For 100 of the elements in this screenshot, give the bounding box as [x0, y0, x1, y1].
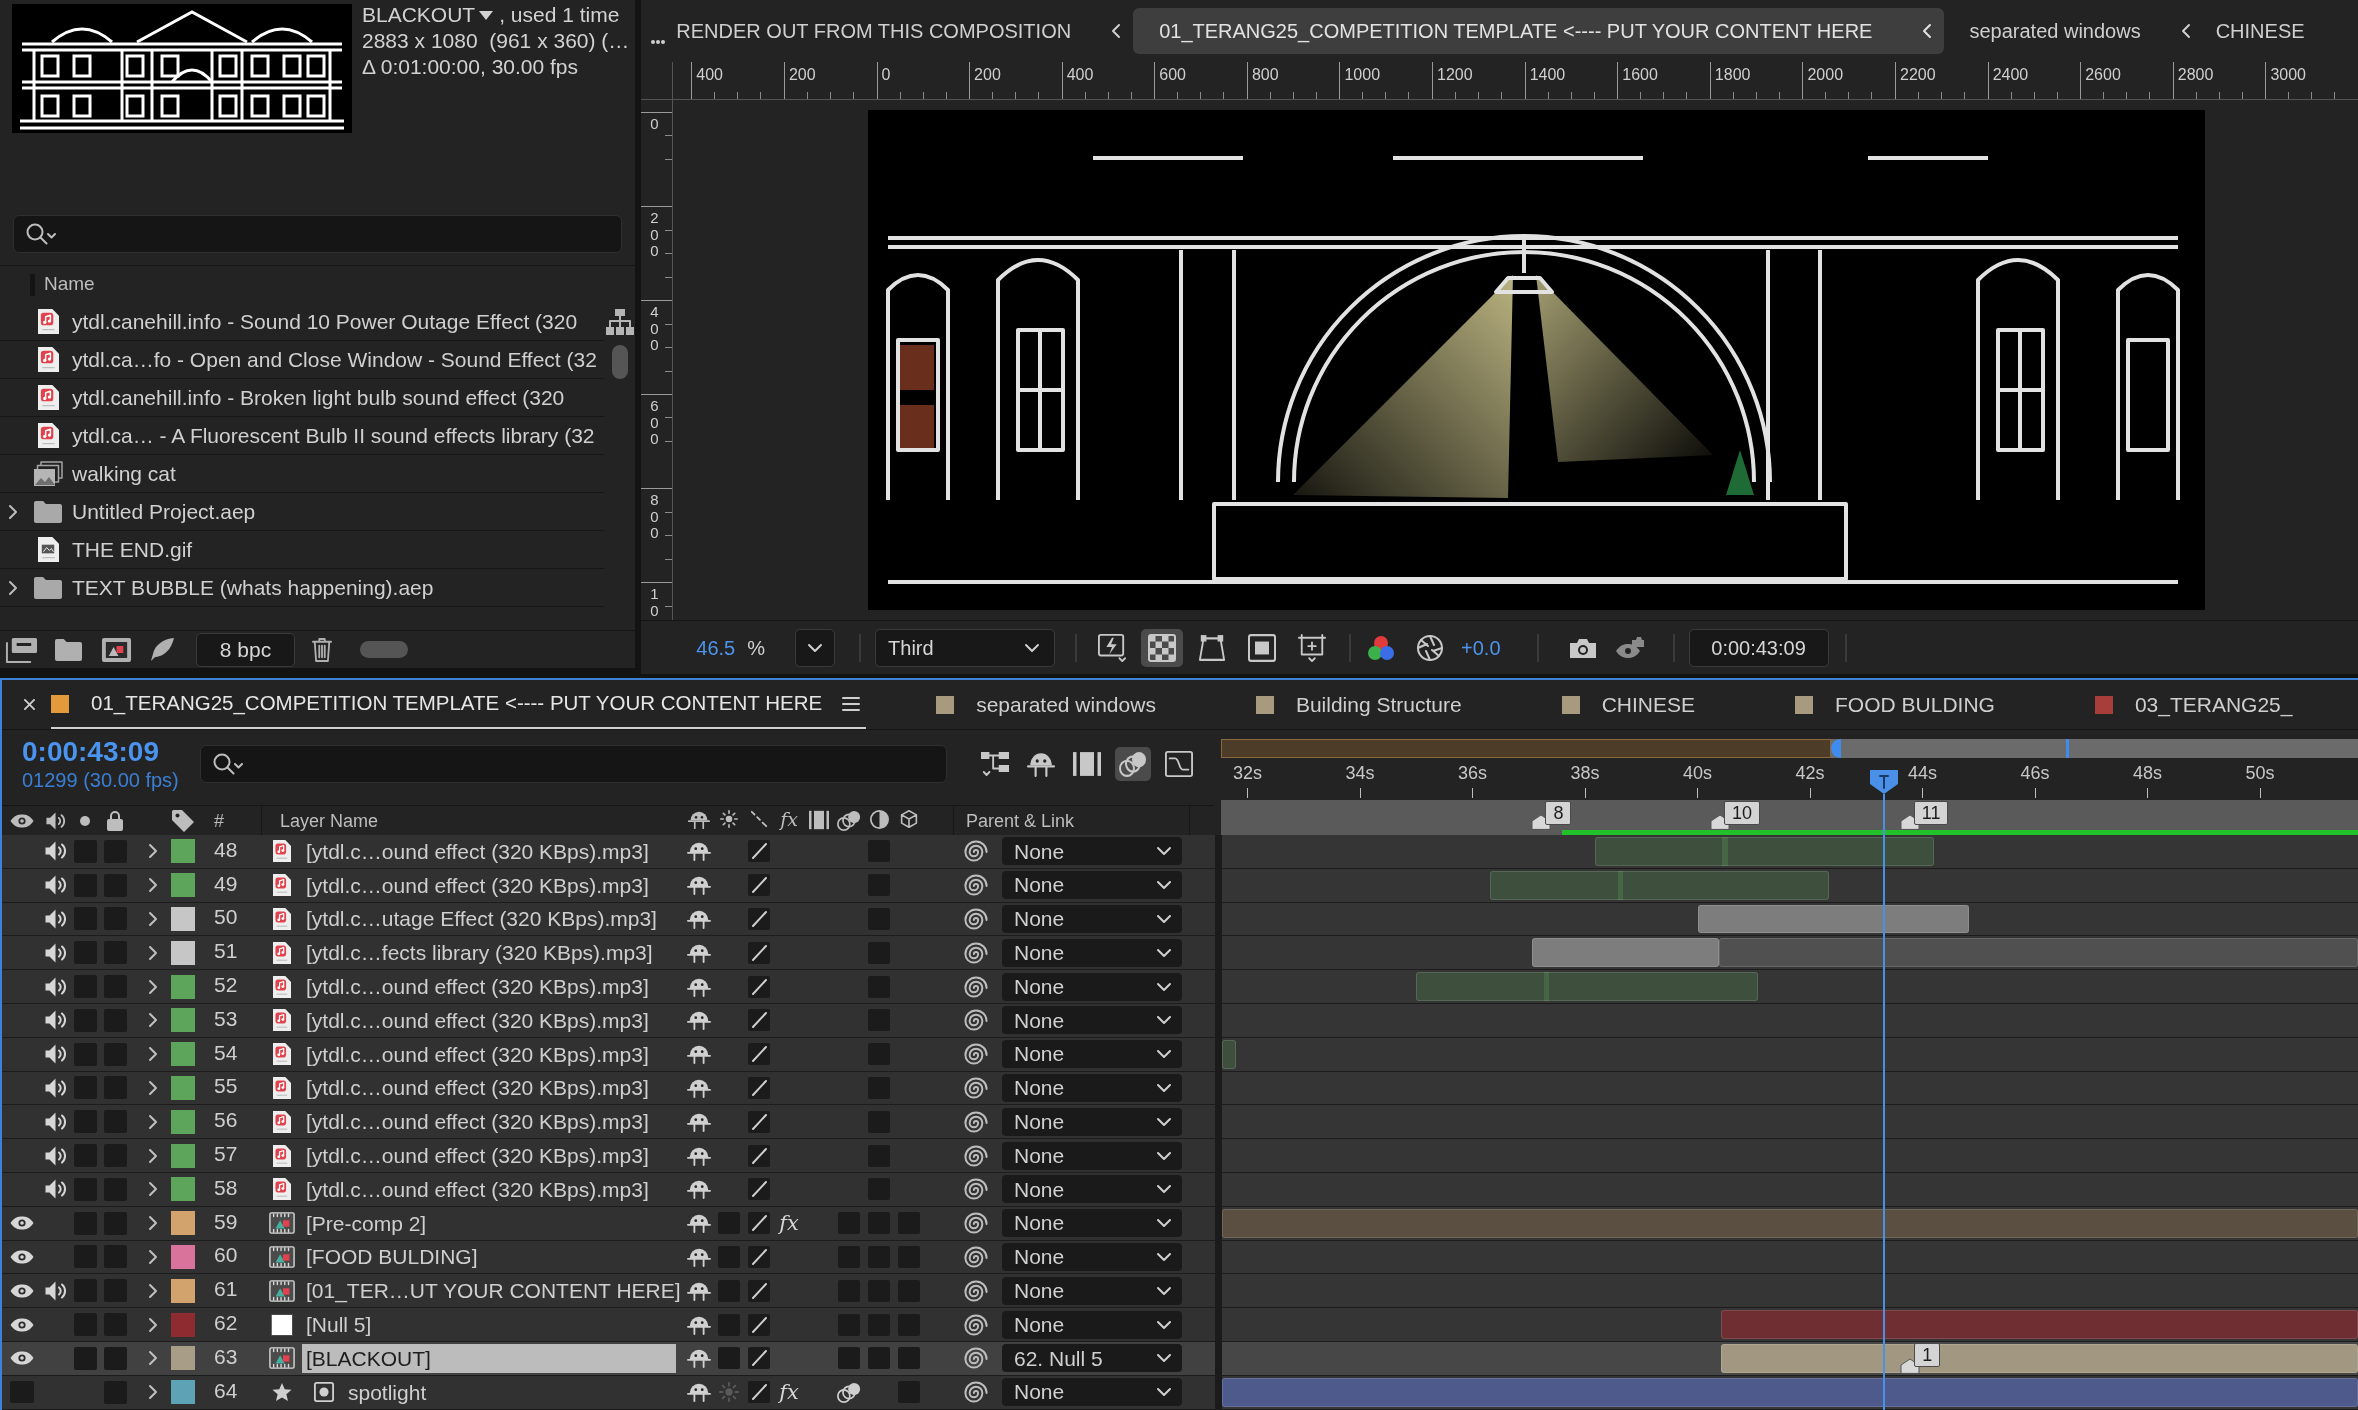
shy-switch-icon[interactable] [687, 1044, 711, 1065]
current-time-field[interactable]: 0:00:43:09 [1688, 628, 1829, 667]
shy-switch-icon[interactable] [687, 1382, 711, 1403]
composition-tab[interactable]: FOOD BULDING [1795, 680, 1995, 729]
transparency-grid-button[interactable] [1141, 628, 1184, 667]
layer-name[interactable]: [Pre-comp 2] [302, 1212, 431, 1234]
label-color-swatch[interactable] [171, 839, 195, 864]
breadcrumb-tab[interactable]: CHINESE [2215, 8, 2305, 54]
parent-dropdown[interactable]: None [1002, 1378, 1182, 1407]
label-color-swatch[interactable] [171, 940, 195, 965]
expand-chevron-icon[interactable] [148, 1282, 158, 1299]
shy-switch-icon[interactable] [687, 875, 711, 896]
quality-switch-icon[interactable] [748, 1144, 770, 1167]
parent-dropdown[interactable]: None [1002, 1175, 1182, 1204]
quality-switch-icon[interactable] [748, 908, 770, 930]
quality-switch-icon[interactable] [748, 1043, 770, 1066]
project-search-field[interactable] [13, 215, 623, 253]
parent-dropdown[interactable]: None [1002, 972, 1182, 1001]
layer-row[interactable]: 49 [ytdl.c…ound effect (320 KBps).mp3] None [2, 868, 1215, 902]
quality-switch-icon[interactable] [748, 1009, 770, 1032]
speaker-icon[interactable] [45, 1145, 67, 1166]
parent-dropdown[interactable]: None [1002, 1242, 1182, 1271]
breadcrumb-tab[interactable]: separated windows [1969, 8, 2191, 54]
layer-row[interactable]: 52 [ytdl.c…ound effect (320 KBps).mp3] None [2, 970, 1215, 1003]
shy-switch-icon[interactable] [687, 1213, 711, 1234]
layer-name[interactable]: [ytdl.c…ound effect (320 KBps).mp3] [302, 1111, 653, 1133]
shy-switch-icon[interactable] [687, 1010, 711, 1031]
speaker-icon[interactable] [45, 1077, 67, 1098]
layer-row[interactable]: 48 [ytdl.c…ound effect (320 KBps).mp3] None [2, 835, 1215, 868]
speaker-icon[interactable] [45, 1111, 67, 1132]
parent-dropdown[interactable]: None [1002, 905, 1182, 933]
composition-tab[interactable]: CHINESE [1561, 680, 1696, 729]
label-color-swatch[interactable] [171, 1042, 195, 1067]
breadcrumb-tab[interactable]: 01_TERANG25_COMPETITION TEMPLATE <---- PUT YOUR CONTENT HERE [1133, 8, 1945, 54]
project-item-name[interactable]: ytdl.canehill.info - Broken light bulb sound effect (320 [72, 381, 565, 414]
composition-tab[interactable]: 01_TERANG25_COMPETITION TEMPLATE <---- PUT YOUR CONTENT HERE [51, 680, 867, 729]
layer-row[interactable]: 55 [ytdl.c…ound effect (320 KBps).mp3] None [2, 1071, 1215, 1105]
layer-name[interactable]: [ytdl.c…ound effect (320 KBps).mp3] [302, 874, 653, 896]
parent-dropdown[interactable]: None [1002, 1073, 1182, 1102]
dropdown-triangle-icon[interactable] [479, 10, 494, 20]
aperture-icon[interactable] [1417, 634, 1444, 661]
expand-chevron-icon[interactable] [8, 503, 18, 520]
shy-switch-icon[interactable] [687, 976, 711, 997]
playhead-handle-icon[interactable] [1870, 770, 1898, 794]
switch-toggle[interactable] [838, 1347, 860, 1370]
expand-chevron-icon[interactable] [148, 1147, 158, 1164]
parent-dropdown[interactable]: None [1002, 837, 1182, 866]
label-color-swatch[interactable] [171, 1177, 195, 1202]
layer-name[interactable]: [ytdl.c…ound effect (320 KBps).mp3] [302, 1145, 653, 1167]
lock-toggle[interactable] [103, 1346, 127, 1370]
current-time[interactable]: 0:00:43:09 [22, 736, 159, 768]
layer-search-field[interactable] [200, 745, 947, 783]
quality-switch-icon[interactable] [748, 1110, 770, 1133]
label-color-swatch[interactable] [171, 907, 195, 931]
more-icon[interactable] [651, 40, 666, 44]
column-header[interactable]: Layer Name [280, 811, 379, 830]
expand-chevron-icon[interactable] [148, 911, 158, 927]
label-color-swatch[interactable] [171, 1278, 195, 1303]
speaker-icon[interactable] [45, 1044, 67, 1065]
expand-chevron-icon[interactable] [148, 877, 158, 894]
quality-switch-icon[interactable] [748, 1076, 770, 1099]
pickwhip-icon[interactable] [964, 874, 988, 897]
layer-name[interactable]: [ytdl.c…ound effect (320 KBps).mp3] [302, 1043, 653, 1065]
flowchart-icon[interactable] [605, 309, 634, 335]
parent-dropdown[interactable]: None [1002, 1107, 1182, 1136]
project-item-name[interactable]: ytdl.canehill.info - Sound 10 Power Outage Effect (320 [72, 305, 578, 338]
expand-chevron-icon[interactable] [148, 1113, 158, 1130]
switch-toggle[interactable] [868, 1347, 890, 1370]
eye-icon[interactable] [10, 1283, 34, 1298]
label-color-swatch[interactable] [171, 1312, 195, 1337]
layer-row[interactable]: 59 [Pre-comp 2] fx None [2, 1206, 1215, 1240]
shy-switch-icon[interactable] [687, 909, 711, 929]
label-color-swatch[interactable] [171, 974, 195, 999]
expand-chevron-icon[interactable] [148, 1350, 158, 1367]
project-item-name[interactable]: TEXT BUBBLE (whats happening).aep [72, 571, 434, 604]
column-header[interactable]: Parent & Link [966, 811, 1075, 830]
pickwhip-icon[interactable] [964, 1009, 988, 1032]
parent-dropdown[interactable]: None [1002, 1276, 1182, 1305]
effects-switch[interactable]: fx [779, 1212, 799, 1234]
pickwhip-icon[interactable] [964, 941, 988, 964]
exposure-value[interactable]: +0.0 [1461, 632, 1501, 663]
layer-name[interactable]: [Null 5] [302, 1314, 376, 1336]
project-item-name[interactable]: walking cat [72, 457, 176, 490]
shy-switch-icon[interactable] [687, 1145, 711, 1166]
quality-switch-icon[interactable] [748, 1178, 770, 1201]
layer-row[interactable]: 53 [ytdl.c…ound effect (320 KBps).mp3] None [2, 1004, 1215, 1037]
layer-row[interactable]: 57 [ytdl.c…ound effect (320 KBps).mp3] None [2, 1139, 1215, 1172]
pickwhip-icon[interactable] [964, 1347, 988, 1370]
layer-name[interactable]: [ytdl.c…ound effect (320 KBps).mp3] [302, 1077, 653, 1099]
layer-row[interactable]: 50 [ytdl.c…utage Effect (320 KBps).mp3] None [2, 902, 1215, 936]
expand-chevron-icon[interactable] [148, 843, 158, 860]
composition-tab[interactable]: Building Structure [1255, 680, 1462, 729]
eye-icon[interactable] [10, 1249, 34, 1264]
scrollbar-thumb[interactable] [611, 345, 628, 379]
expand-chevron-icon[interactable] [148, 1384, 158, 1401]
quality-switch-icon[interactable] [748, 1212, 770, 1235]
pickwhip-icon[interactable] [964, 1212, 988, 1235]
layer-duration-bar[interactable] [1697, 904, 1970, 934]
leaf-icon[interactable] [150, 637, 175, 662]
layer-row[interactable]: 51 [ytdl.c…fects library (320 KBps).mp3] None [2, 936, 1215, 970]
